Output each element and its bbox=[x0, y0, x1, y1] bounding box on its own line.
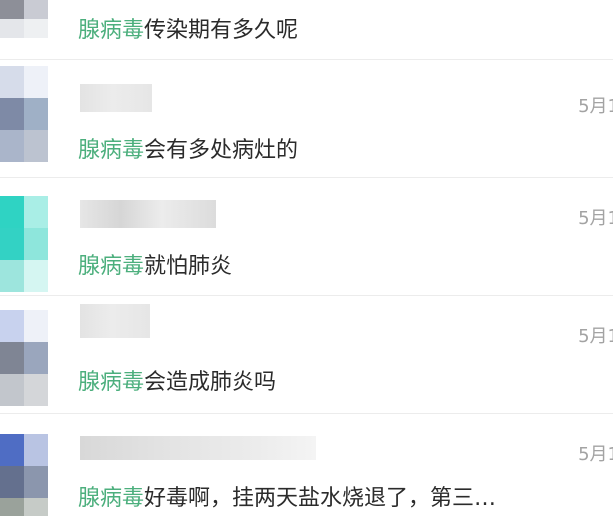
contact-name bbox=[80, 436, 316, 460]
avatar bbox=[0, 434, 48, 516]
message-body: 传染期有多久呢 bbox=[144, 18, 299, 43]
message-text: 腺病毒就怕肺炎 bbox=[78, 248, 232, 280]
avatar bbox=[0, 66, 48, 162]
timestamp: 5月1 bbox=[578, 444, 613, 465]
list-item[interactable]: 腺病毒传染期有多久呢 bbox=[0, 0, 613, 60]
list-item[interactable]: 5月1 腺病毒会造成肺炎吗 bbox=[0, 296, 613, 414]
timestamp: 5月1 bbox=[578, 208, 613, 229]
timestamp: 5月1 bbox=[578, 326, 613, 347]
message-text: 腺病毒传染期有多久呢 bbox=[78, 12, 298, 44]
message-text: 腺病毒好毒啊，挂两天盐水烧退了，第三… bbox=[78, 480, 496, 512]
contact-name bbox=[80, 200, 216, 228]
list-item[interactable]: 5月1 腺病毒会有多处病灶的 bbox=[0, 60, 613, 178]
contact-name bbox=[80, 84, 152, 112]
keyword-highlight: 腺病毒 bbox=[78, 138, 145, 163]
contact-name bbox=[80, 304, 150, 338]
search-results-list: 腺病毒传染期有多久呢 5月1 腺病毒会有多处病灶的 5月1 腺病毒就怕肺炎 bbox=[0, 0, 613, 516]
list-item[interactable]: 5月1 腺病毒就怕肺炎 bbox=[0, 178, 613, 296]
keyword-highlight: 腺病毒 bbox=[78, 370, 145, 395]
message-body: 会造成肺炎吗 bbox=[144, 370, 277, 395]
message-body: 就怕肺炎 bbox=[144, 254, 233, 279]
message-body: 会有多处病灶的 bbox=[144, 138, 299, 163]
message-body: 好毒啊，挂两天盐水烧退了，第三… bbox=[144, 486, 497, 511]
avatar bbox=[0, 196, 48, 292]
message-text: 腺病毒会造成肺炎吗 bbox=[78, 364, 276, 396]
timestamp: 5月1 bbox=[578, 96, 613, 117]
list-item[interactable]: 5月1 腺病毒好毒啊，挂两天盐水烧退了，第三… bbox=[0, 414, 613, 516]
keyword-highlight: 腺病毒 bbox=[78, 486, 145, 511]
keyword-highlight: 腺病毒 bbox=[78, 254, 145, 279]
avatar bbox=[0, 0, 48, 38]
keyword-highlight: 腺病毒 bbox=[78, 18, 145, 43]
avatar bbox=[0, 310, 48, 406]
message-text: 腺病毒会有多处病灶的 bbox=[78, 132, 298, 164]
